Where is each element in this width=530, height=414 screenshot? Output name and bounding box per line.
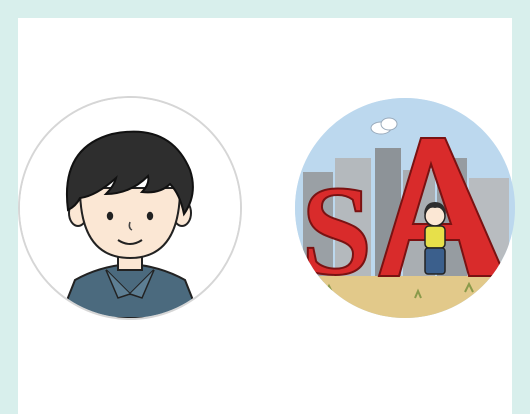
avatar-sa-illustration: S xyxy=(295,98,515,318)
man-illustration xyxy=(20,98,240,318)
avatar-card: S xyxy=(18,18,515,414)
letter-s: S xyxy=(301,160,372,302)
sa-illustration: S xyxy=(295,98,515,318)
girl-figure xyxy=(424,202,446,275)
avatar-man-illustration xyxy=(20,98,240,318)
